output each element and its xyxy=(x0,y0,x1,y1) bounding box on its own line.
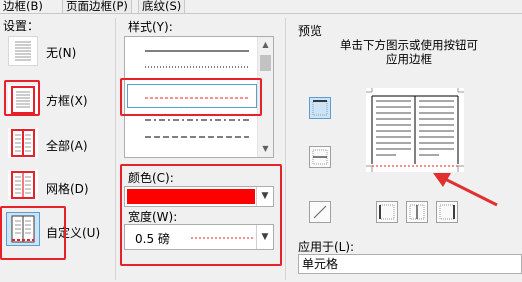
setting-custom-highlight xyxy=(0,206,66,260)
scroll-up-icon[interactable]: ▲ xyxy=(258,37,273,53)
tab-divider xyxy=(0,13,522,14)
preview-page[interactable] xyxy=(366,88,464,172)
setting-none-label[interactable]: 无(N) xyxy=(46,44,76,61)
border-diagonal-button[interactable] xyxy=(309,201,331,223)
scroll-down-icon[interactable]: ▼ xyxy=(258,141,273,157)
color-width-highlight xyxy=(120,164,282,266)
border-inside-h-button[interactable] xyxy=(309,146,331,168)
preview-hint: 单击下方图示或使用按钮可应用边框 xyxy=(340,38,478,66)
border-top-button[interactable] xyxy=(309,97,331,119)
setting-box-highlight xyxy=(4,80,40,116)
style-highlight xyxy=(120,78,262,116)
style-label: 样式(Y): xyxy=(128,20,173,34)
annotation-arrow-icon xyxy=(433,173,498,207)
setting-box-label[interactable]: 方框(X) xyxy=(46,92,88,109)
border-all-icon[interactable] xyxy=(8,128,38,158)
setting-grid-label[interactable]: 网格(D) xyxy=(46,180,89,197)
tab-borders[interactable]: 边框(B) xyxy=(0,0,46,13)
scroll-thumb[interactable] xyxy=(260,55,271,71)
settings-label: 设置： xyxy=(3,19,40,33)
left-separator xyxy=(115,18,116,280)
border-none-icon[interactable] xyxy=(8,36,38,66)
preview-label: 预览 xyxy=(298,24,323,38)
apply-to-select[interactable]: 单元格 xyxy=(298,254,522,274)
right-separator xyxy=(285,18,286,280)
apply-to-label: 应用于(L): xyxy=(298,240,355,254)
setting-all-label[interactable]: 全部(A) xyxy=(46,137,88,154)
tab-page-borders[interactable]: 页面边框(P) xyxy=(62,0,132,13)
apply-to-value: 单元格 xyxy=(302,257,339,271)
tab-shading[interactable]: 底纹(S) xyxy=(138,0,186,13)
border-left-button[interactable] xyxy=(376,201,398,223)
border-grid-icon[interactable] xyxy=(8,170,38,200)
